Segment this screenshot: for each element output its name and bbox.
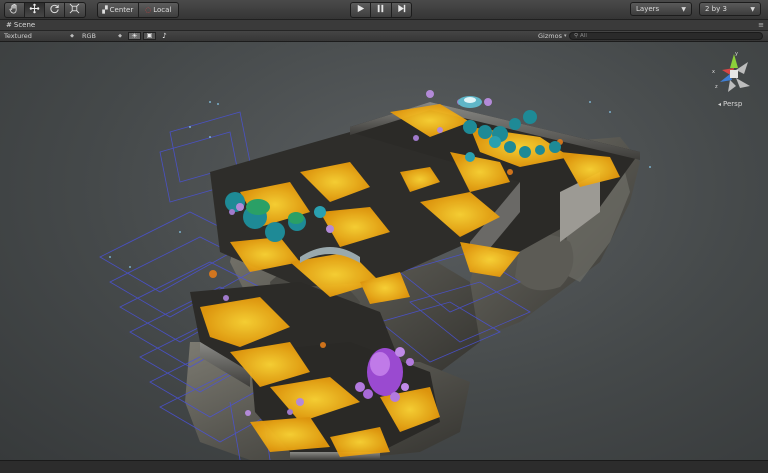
- tab-scene[interactable]: # Scene: [2, 20, 39, 30]
- pivot-toggle-group: ▞ Center ◌ Local: [97, 2, 179, 18]
- pivot-local-label: Local: [153, 6, 172, 14]
- level-3d-render: [99, 90, 651, 460]
- chevron-down-icon: ▼: [750, 5, 755, 13]
- gizmos-label: Gizmos: [538, 32, 562, 40]
- rotate-icon: [49, 3, 60, 17]
- move-icon: [29, 3, 40, 17]
- gizmo-z-label: z: [715, 84, 718, 90]
- transform-tool-group: [4, 2, 86, 18]
- search-icon: ⚲: [574, 33, 579, 39]
- chevron-down-icon: ◆: [118, 33, 122, 39]
- perspective-icon: ◂: [718, 100, 722, 108]
- layout-label: 2 by 3: [705, 5, 727, 13]
- pivot-center-button[interactable]: ▞ Center: [98, 3, 139, 17]
- image-effects-icon: ▣: [146, 32, 153, 39]
- lighting-icon: ☀: [131, 31, 138, 40]
- scale-tool-button[interactable]: [65, 3, 84, 17]
- projection-toggle[interactable]: ◂ Persp: [718, 100, 742, 108]
- projection-label: Persp: [723, 100, 743, 108]
- play-button[interactable]: [351, 3, 372, 17]
- scene-tab-label: Scene: [13, 21, 36, 29]
- scene-lighting-toggle[interactable]: ☀: [128, 32, 141, 40]
- chevron-down-icon: ◆: [70, 33, 74, 39]
- orientation-gizmo[interactable]: y x z: [706, 48, 756, 96]
- main-toolbar: ▞ Center ◌ Local Layers ▼ 2 by 3 ▼: [0, 0, 768, 20]
- scene-search-box: ⚲: [569, 32, 763, 40]
- hand-icon: [9, 3, 20, 17]
- pivot-center-label: Center: [109, 6, 134, 14]
- scene-viewport[interactable]: y x z ◂ Persp: [0, 42, 768, 460]
- step-button[interactable]: [392, 3, 411, 17]
- chevron-down-icon: ▾: [563, 33, 567, 39]
- gizmo-x-label: x: [712, 69, 715, 75]
- image-effects-toggle[interactable]: ▣: [143, 32, 156, 40]
- layers-dropdown[interactable]: Layers ▼: [630, 2, 692, 16]
- pause-button[interactable]: [371, 3, 392, 17]
- pause-icon: [375, 3, 386, 17]
- rotate-tool-button[interactable]: [45, 3, 65, 17]
- scene-search-input[interactable]: [580, 33, 762, 39]
- play-icon: [355, 3, 366, 17]
- gizmo-y-label: y: [735, 51, 738, 57]
- move-tool-button[interactable]: [25, 3, 45, 17]
- color-mode-dropdown[interactable]: RGB ◆: [82, 31, 122, 41]
- gizmos-dropdown[interactable]: Gizmos ▾: [538, 31, 566, 41]
- chevron-down-icon: ▼: [681, 5, 686, 13]
- audio-toggle[interactable]: ♪: [158, 32, 171, 40]
- hand-tool-button[interactable]: [5, 3, 25, 17]
- scene-view-controlbar: Textured ◆ RGB ◆ ☀ ▣ ♪ Gizmos ▾ ⚲: [0, 31, 768, 42]
- render-mode-dropdown[interactable]: Textured ◆: [4, 31, 74, 41]
- play-controls: [350, 2, 412, 18]
- scale-icon: [69, 3, 80, 17]
- step-icon: [396, 3, 407, 17]
- menu-icon: ≡: [758, 21, 764, 29]
- status-bar: [0, 460, 768, 473]
- render-mode-label: Textured: [4, 32, 32, 40]
- pivot-local-button[interactable]: ◌ Local: [139, 3, 179, 17]
- color-mode-label: RGB: [82, 32, 97, 40]
- layers-label: Layers: [636, 5, 660, 13]
- tab-menu-button[interactable]: ≡: [758, 20, 764, 30]
- pivot-icon: ▞: [102, 6, 108, 14]
- scene-grid-icon: #: [6, 21, 12, 29]
- audio-icon: ♪: [162, 31, 167, 40]
- layout-dropdown[interactable]: 2 by 3 ▼: [699, 2, 761, 16]
- scene-tab-bar: # Scene ≡: [0, 20, 768, 31]
- local-rotation-icon: ◌: [145, 6, 152, 14]
